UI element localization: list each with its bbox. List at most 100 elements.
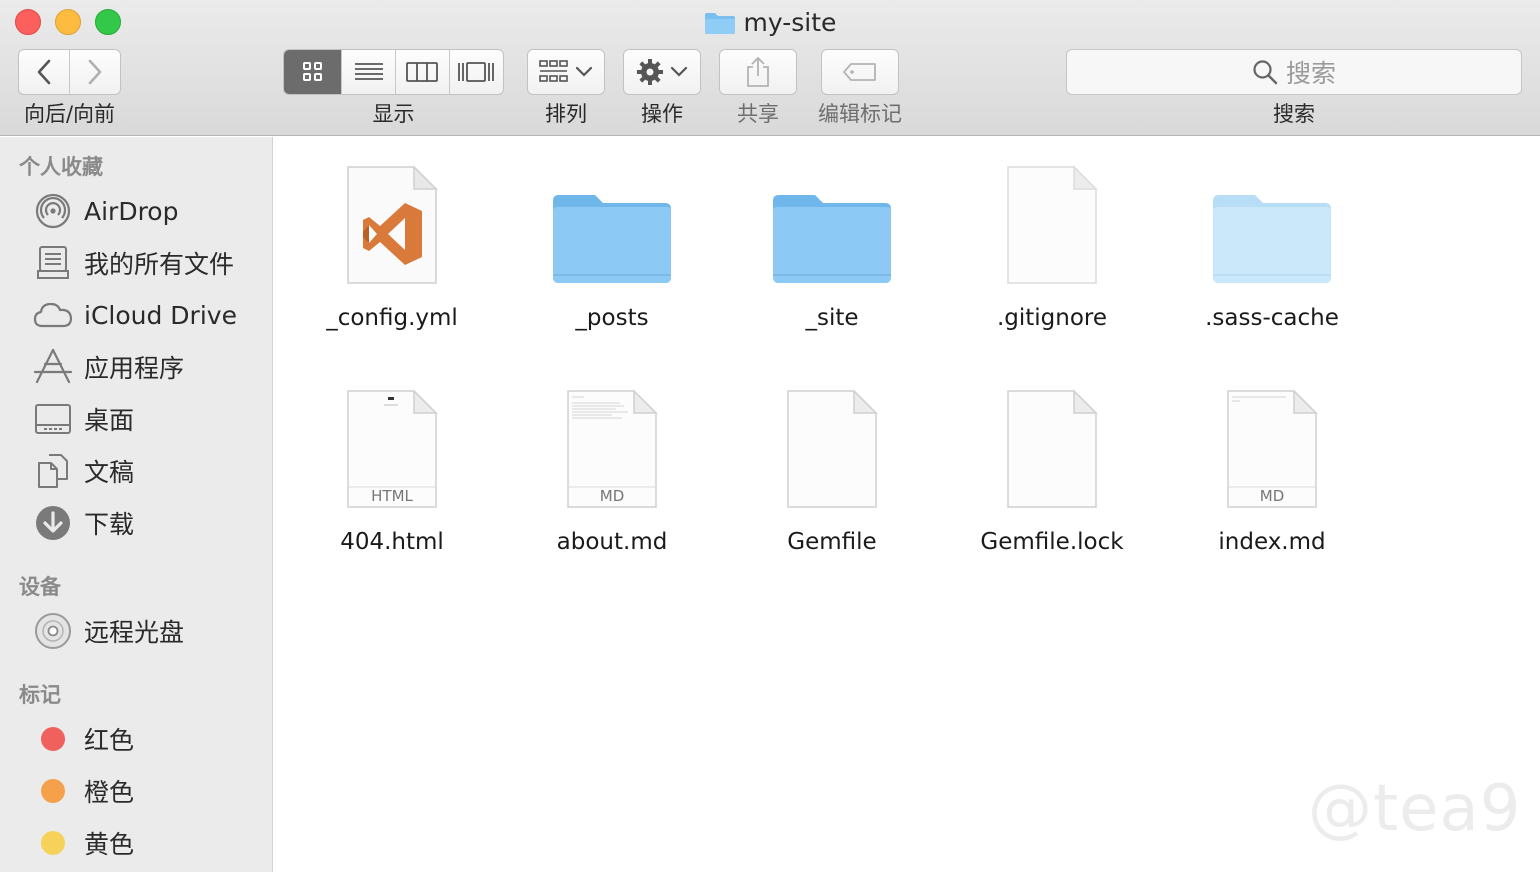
arrange-label: 排列 xyxy=(545,102,587,126)
file-badge: MD xyxy=(1260,487,1285,505)
sidebar-item-label: 下载 xyxy=(84,510,135,539)
tag-dot-icon xyxy=(30,821,76,865)
downloads-icon xyxy=(30,501,76,545)
tags-label: 编辑标记 xyxy=(818,102,902,126)
forward-button[interactable] xyxy=(70,50,120,94)
file-name: _posts xyxy=(575,305,649,331)
grid-icon xyxy=(302,62,322,81)
file-item[interactable]: .gitignore xyxy=(952,147,1152,357)
file-item[interactable]: _config.yml xyxy=(292,147,492,357)
sidebar-item-label: iCloud Drive xyxy=(84,300,237,330)
cloud-icon xyxy=(30,293,76,337)
sidebar-item-all-files[interactable]: 我的所有文件 xyxy=(30,241,270,285)
sidebar-item-remote-disc[interactable]: 远程光盘 xyxy=(30,609,270,653)
blank-document-icon xyxy=(732,381,932,511)
back-button[interactable] xyxy=(19,50,70,94)
folder-icon xyxy=(512,157,712,287)
html-document-icon: HTML xyxy=(292,381,492,511)
icon-view-button[interactable] xyxy=(284,50,343,94)
chevron-right-icon xyxy=(88,59,102,85)
file-badge: HTML xyxy=(371,487,413,505)
file-name: 404.html xyxy=(340,529,444,555)
folder-icon xyxy=(732,157,932,287)
sidebar-item-desktop[interactable]: 桌面 xyxy=(30,397,270,441)
share-button[interactable] xyxy=(719,49,797,95)
list-view-button[interactable] xyxy=(342,50,396,94)
tag-icon xyxy=(843,63,876,81)
applications-icon xyxy=(30,345,76,389)
blank-document-icon xyxy=(952,157,1152,287)
window-title: my-site xyxy=(0,6,1540,44)
folder-item[interactable]: .sass-cache xyxy=(1172,147,1372,357)
airdrop-icon xyxy=(30,189,76,233)
tag-dot-icon xyxy=(30,769,76,813)
folder-item[interactable]: _posts xyxy=(512,147,712,357)
gear-icon xyxy=(637,59,663,85)
documents-icon xyxy=(30,449,76,493)
share-icon xyxy=(747,56,769,87)
sidebar-item-label: 桌面 xyxy=(84,406,135,435)
file-name: _site xyxy=(805,305,859,331)
search-label: 搜索 xyxy=(1273,102,1315,126)
nav-label: 向后/向前 xyxy=(23,102,116,126)
folder-icon xyxy=(1172,157,1372,287)
column-view-button[interactable] xyxy=(396,50,450,94)
favorites-header: 个人收藏 xyxy=(19,155,103,179)
file-name: about.md xyxy=(556,529,668,555)
sidebar-item-label: 红色 xyxy=(84,726,135,755)
sidebar-item-label: 我的所有文件 xyxy=(84,250,235,279)
blank-document-icon xyxy=(952,381,1152,511)
desktop-icon xyxy=(30,397,76,441)
gallery-icon xyxy=(458,62,495,82)
sidebar-item-downloads[interactable]: 下载 xyxy=(30,501,270,545)
file-name: Gemfile xyxy=(787,529,877,555)
search-placeholder: 搜索 xyxy=(1285,59,1336,88)
search-icon xyxy=(1253,60,1278,85)
sidebar-item-icloud-drive[interactable]: iCloud Drive xyxy=(30,293,270,337)
chevron-down-icon xyxy=(670,66,688,77)
action-label: 操作 xyxy=(641,102,683,126)
view-label: 显示 xyxy=(372,102,415,126)
all-files-icon xyxy=(30,241,76,285)
columns-icon xyxy=(406,62,439,82)
edit-tags-button[interactable] xyxy=(821,49,899,95)
tags-header: 标记 xyxy=(19,683,61,707)
file-browser: _config.yml _posts _site .gitignore .sas… xyxy=(274,137,1540,872)
file-item[interactable]: HTML 404.html xyxy=(292,371,492,581)
file-name: .gitignore xyxy=(996,305,1108,331)
file-item[interactable]: Gemfile.lock xyxy=(952,371,1152,581)
chevron-down-icon xyxy=(575,66,593,77)
search-field[interactable]: 搜索 xyxy=(1066,49,1522,95)
file-name: index.md xyxy=(1218,529,1326,555)
toolbar: my-site 向后/向前 显示 排列 操作 共享 编辑标记 搜索 搜索 xyxy=(0,0,1540,136)
sidebar-item-tag-orange[interactable]: 橙色 xyxy=(30,769,270,813)
devices-header: 设备 xyxy=(19,575,61,599)
sidebar-item-applications[interactable]: 应用程序 xyxy=(30,345,270,389)
list-icon xyxy=(354,63,383,80)
sidebar-item-documents[interactable]: 文稿 xyxy=(30,449,270,493)
gallery-view-button[interactable] xyxy=(450,50,504,94)
sidebar-item-label: 应用程序 xyxy=(84,354,185,383)
file-item[interactable]: MD about.md xyxy=(512,371,712,581)
sidebar-item-tag-red[interactable]: 红色 xyxy=(30,717,270,761)
sidebar-item-label: 远程光盘 xyxy=(84,618,185,647)
file-name: Gemfile.lock xyxy=(980,529,1124,555)
file-item[interactable]: MD index.md xyxy=(1172,371,1372,581)
file-item[interactable]: Gemfile xyxy=(732,371,932,581)
sidebar-item-airdrop[interactable]: AirDrop xyxy=(30,189,270,233)
arrange-button[interactable] xyxy=(527,49,605,95)
file-name: .sass-cache xyxy=(1205,305,1339,331)
folder-icon xyxy=(704,10,736,44)
arrange-grid-icon xyxy=(539,60,568,82)
tag-dot-icon xyxy=(30,717,76,761)
folder-item[interactable]: _site xyxy=(732,147,932,357)
sidebar-item-tag-yellow[interactable]: 黄色 xyxy=(30,821,270,865)
action-button[interactable] xyxy=(623,49,701,95)
sidebar-item-label: AirDrop xyxy=(84,196,179,226)
view-mode-control xyxy=(283,49,504,95)
sidebar: 个人收藏 AirDrop 我的所有文件 iCloud Drive 应用程序 桌面 xyxy=(0,137,273,872)
sidebar-item-label: 文稿 xyxy=(84,458,135,487)
chevron-left-icon xyxy=(37,59,51,85)
sidebar-item-label: 黄色 xyxy=(84,830,135,859)
sidebar-item-label: 橙色 xyxy=(84,778,135,807)
